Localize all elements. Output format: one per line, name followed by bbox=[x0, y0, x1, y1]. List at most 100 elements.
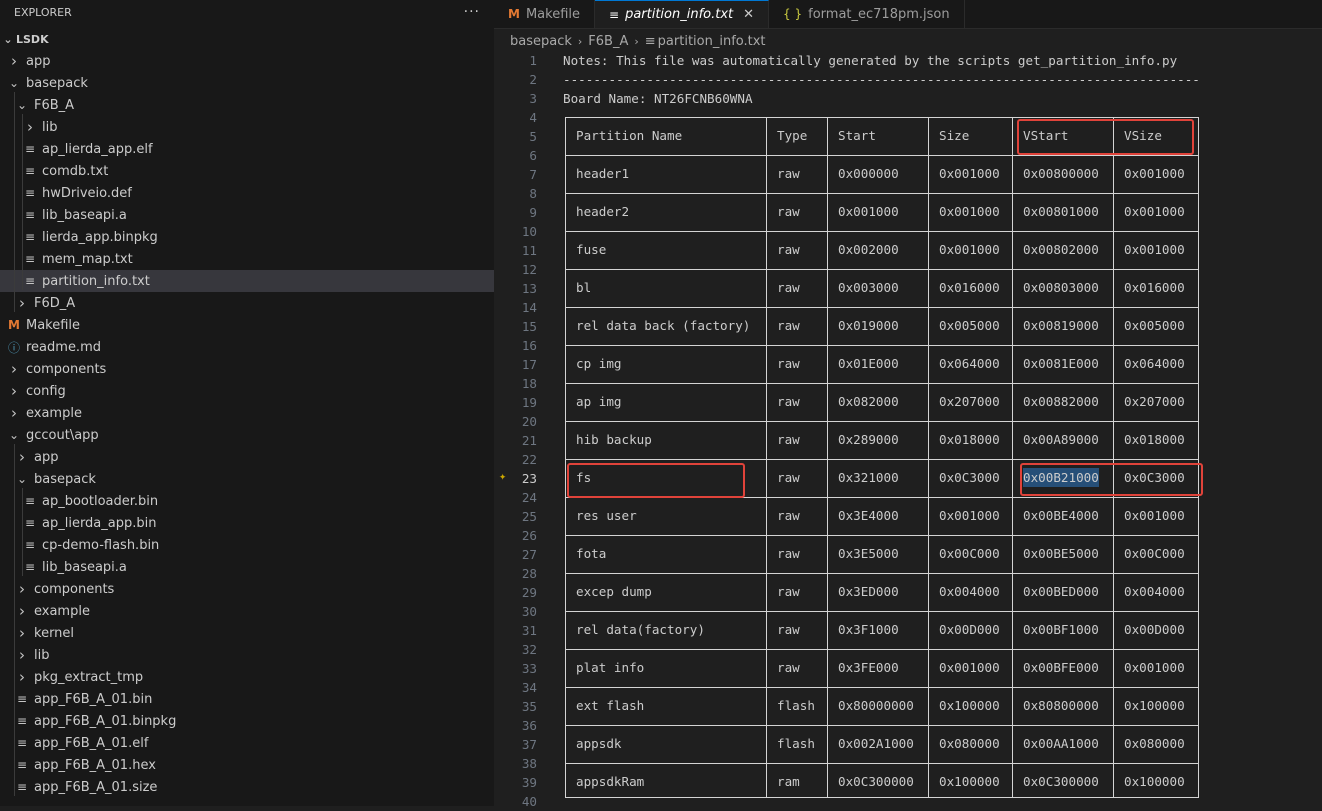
text-file-icon: ≡ bbox=[609, 7, 620, 22]
tree-item[interactable]: M Makefile bbox=[0, 314, 494, 336]
tree-item[interactable]: ≡ ap_lierda_app.elf bbox=[0, 138, 494, 160]
table-cell: 0x001000 bbox=[1124, 166, 1185, 181]
line-number: 32 bbox=[521, 642, 537, 657]
tab-format-ec718pm-json[interactable]: { } format_ec718pm.json bbox=[769, 0, 965, 28]
table-cell: raw bbox=[777, 318, 800, 333]
editor-area: M Makefile ≡ partition_info.txt ✕{ } format_e… bbox=[494, 0, 1322, 809]
tree-item[interactable]: ⌄ gccout\app bbox=[0, 424, 494, 446]
table-cell: 0x082000 bbox=[838, 394, 899, 409]
tree-item[interactable]: ≡ app_F6B_A_01.size bbox=[0, 776, 494, 798]
tree-item[interactable]: ≡ cp-demo-flash.bin bbox=[0, 534, 494, 556]
table-cell: 0x00BED000 bbox=[1023, 584, 1099, 599]
code-view[interactable]: 1 2 3 4 5 6 7 8 9 10 11 12 13 14 15 16 17 18 19 20 21 22 23 24 2… bbox=[494, 50, 1322, 809]
tree-item[interactable]: ≡ partition_info.txt bbox=[0, 270, 494, 292]
more-actions-icon[interactable]: ··· bbox=[464, 4, 480, 20]
line-number: 34 bbox=[521, 680, 537, 695]
tree-item[interactable]: › components bbox=[0, 578, 494, 600]
table-cell: header2 bbox=[576, 204, 630, 219]
tree-item-label: comdb.txt bbox=[42, 163, 109, 179]
table-cell: raw bbox=[777, 166, 800, 181]
tree-root[interactable]: ⌄ LSDK bbox=[0, 28, 494, 50]
tree-item-label: ap_lierda_app.bin bbox=[42, 515, 157, 531]
close-icon[interactable]: ✕ bbox=[743, 7, 754, 22]
line-number: 36 bbox=[521, 718, 537, 733]
table-cell: 0x018000 bbox=[939, 432, 1000, 447]
tree-item-label: app bbox=[34, 449, 59, 465]
tree-item[interactable]: › app bbox=[0, 446, 494, 468]
tree-item-label: example bbox=[34, 603, 90, 619]
text-file-icon: ≡ bbox=[24, 252, 36, 266]
tree-item[interactable]: ≡ ap_bootloader.bin bbox=[0, 490, 494, 512]
tree-item[interactable]: › components bbox=[0, 358, 494, 380]
breadcrumb-item[interactable]: partition_info.txt bbox=[658, 34, 766, 49]
line-number: 1 bbox=[529, 53, 537, 68]
tree-item[interactable]: ≡ comdb.txt bbox=[0, 160, 494, 182]
line-number: 40 bbox=[521, 794, 537, 809]
tree-item[interactable]: ≡ mem_map.txt bbox=[0, 248, 494, 270]
tree-item[interactable]: ≡ lib_baseapi.a bbox=[0, 204, 494, 226]
tree-item-label: example bbox=[26, 405, 82, 421]
tree-item[interactable]: ⌄ basepack bbox=[0, 468, 494, 490]
tree-item[interactable]: ≡ ap_lierda_app.bin bbox=[0, 512, 494, 534]
tree-item[interactable]: ⌄ basepack bbox=[0, 72, 494, 94]
tree-item[interactable]: › lib bbox=[0, 644, 494, 666]
table-cell: 0x0081E000 bbox=[1023, 356, 1099, 371]
table-border bbox=[565, 687, 1199, 688]
table-border bbox=[565, 497, 1199, 498]
table-cell: excep dump bbox=[576, 584, 652, 599]
chevron-down-icon: ⌄ bbox=[3, 32, 13, 46]
table-cell: 0x016000 bbox=[1124, 280, 1185, 295]
tree-item-label: partition_info.txt bbox=[42, 273, 150, 289]
tree-item[interactable]: › lib bbox=[0, 116, 494, 138]
breadcrumb-item[interactable]: basepack bbox=[510, 34, 572, 49]
chevron-right-icon: › bbox=[577, 34, 583, 48]
breadcrumb-item[interactable]: F6B_A bbox=[588, 34, 628, 49]
tree-item[interactable]: ≡ app_F6B_A_01.elf bbox=[0, 732, 494, 754]
tree-item[interactable]: ≡ lierda_app.binpkg bbox=[0, 226, 494, 248]
tree-item[interactable]: › kernel bbox=[0, 622, 494, 644]
tree-item-label: cp-demo-flash.bin bbox=[42, 537, 160, 553]
tree-item[interactable]: › pkg_extract_tmp bbox=[0, 666, 494, 688]
chevron-right-icon: › bbox=[19, 624, 25, 642]
tree-item[interactable]: › example bbox=[0, 402, 494, 424]
tree-item[interactable]: › example bbox=[0, 600, 494, 622]
table-cell: 0x004000 bbox=[1124, 584, 1185, 599]
table-cell: 0x00BF1000 bbox=[1023, 622, 1099, 637]
table-cell: 0x100000 bbox=[939, 698, 1000, 713]
tab-label: Makefile bbox=[525, 6, 580, 22]
chevron-right-icon: › bbox=[634, 34, 639, 48]
chevron-down-icon: ⌄ bbox=[16, 472, 28, 486]
table-border bbox=[1113, 117, 1114, 797]
tree-item-label: hwDriveio.def bbox=[42, 185, 132, 201]
tree-item[interactable]: › F6D_A bbox=[0, 292, 494, 314]
table-cell: 0x207000 bbox=[939, 394, 1000, 409]
table-cell: 0x00800000 bbox=[1023, 166, 1099, 181]
text-file-icon: ≡ bbox=[16, 736, 28, 750]
table-cell: plat info bbox=[576, 660, 645, 675]
tree-item[interactable]: ≡ lib_baseapi.a bbox=[0, 556, 494, 578]
tree-item[interactable]: ⌄ F6B_A bbox=[0, 94, 494, 116]
table-cell: flash bbox=[777, 698, 815, 713]
tree-item[interactable]: ≡ app_F6B_A_01.hex bbox=[0, 754, 494, 776]
tab-makefile[interactable]: M Makefile bbox=[494, 0, 595, 28]
table-border bbox=[565, 421, 1199, 422]
table-cell: raw bbox=[777, 584, 800, 599]
chevron-right-icon: › bbox=[11, 404, 17, 422]
sparkle-icon[interactable]: ✦ bbox=[499, 469, 506, 483]
tree-item-label: ap_lierda_app.elf bbox=[42, 141, 153, 157]
tree-item-label: components bbox=[34, 581, 115, 597]
text-file-icon: ≡ bbox=[16, 714, 28, 728]
table-header-cell: Partition Name bbox=[576, 128, 683, 143]
table-cell: ext flash bbox=[576, 698, 645, 713]
tree-item[interactable]: ≡ app_F6B_A_01.bin bbox=[0, 688, 494, 710]
tree-item[interactable]: ≡ app_F6B_A_01.binpkg bbox=[0, 710, 494, 732]
tree-item[interactable]: ⓘ readme.md bbox=[0, 336, 494, 358]
tab-partition-info-txt[interactable]: ≡ partition_info.txt ✕ bbox=[595, 0, 770, 28]
tree-item[interactable]: ≡ hwDriveio.def bbox=[0, 182, 494, 204]
tree-item[interactable]: › app bbox=[0, 50, 494, 72]
tree-item-label: app_F6B_A_01.elf bbox=[34, 735, 149, 751]
tree-item-label: basepack bbox=[34, 471, 96, 487]
tree-item[interactable]: › config bbox=[0, 380, 494, 402]
table-header-cell: Start bbox=[838, 128, 876, 143]
table-cell: 0x00C000 bbox=[1124, 546, 1185, 561]
